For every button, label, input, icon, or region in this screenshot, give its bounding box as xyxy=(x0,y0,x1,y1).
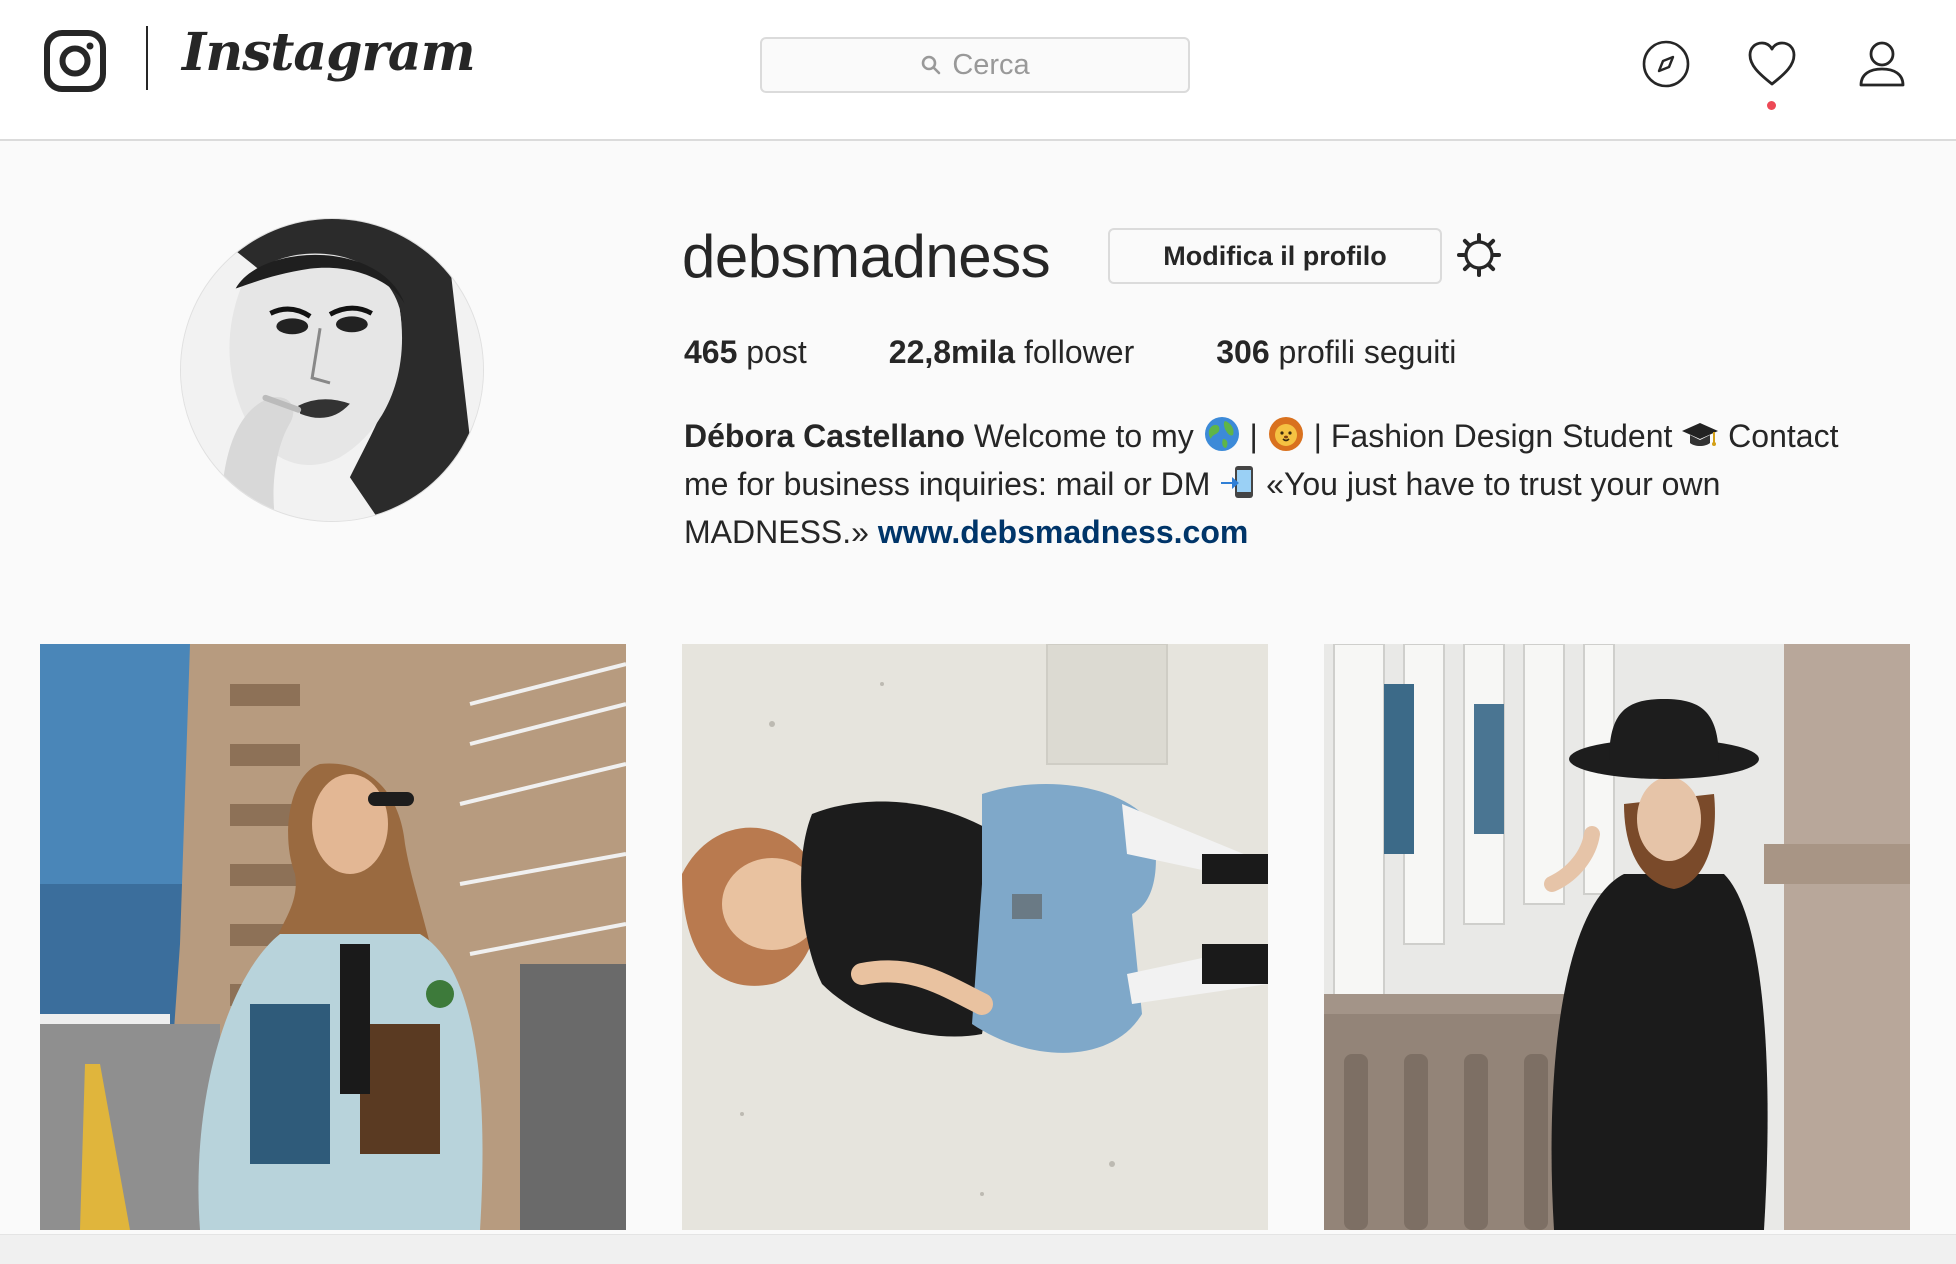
instagram-wordmark[interactable]: Instagram xyxy=(182,22,476,83)
following-label: profili seguiti xyxy=(1278,334,1457,370)
page-bottom-edge xyxy=(0,1234,1956,1264)
post-thumbnail[interactable] xyxy=(1324,644,1910,1230)
top-navigation-bar: Instagram Cerca xyxy=(0,0,1956,141)
post-photo-lying-pose xyxy=(682,644,1268,1230)
profile-avatar[interactable] xyxy=(180,218,484,522)
globe-icon xyxy=(1204,417,1239,451)
post-photo-black-hat xyxy=(1324,644,1910,1230)
explore-icon[interactable] xyxy=(1640,38,1692,90)
followers-label: follower xyxy=(1023,334,1135,370)
post-photo-denim-jacket xyxy=(40,644,626,1230)
profile-bio: Débora Castellano Welcome to my | | Fash… xyxy=(684,412,1884,556)
following-count: 306 xyxy=(1216,334,1270,370)
activity-heart-icon[interactable] xyxy=(1746,38,1798,90)
posts-count-stat: 465 post xyxy=(684,334,807,371)
graduation-cap-icon xyxy=(1682,423,1719,446)
full-name: Débora Castellano xyxy=(684,418,965,454)
logo-divider xyxy=(146,26,148,90)
following-stat[interactable]: 306 profili seguiti xyxy=(1216,334,1456,371)
search-placeholder: Cerca xyxy=(952,48,1030,81)
profile-icon[interactable] xyxy=(1856,38,1908,90)
followers-stat[interactable]: 22,8mila follower xyxy=(889,334,1134,371)
phone-arrow-icon xyxy=(1221,466,1254,498)
settings-gear-icon[interactable] xyxy=(1456,232,1502,278)
bio-text: | Fashion Design Student xyxy=(1304,418,1682,454)
posts-label: post xyxy=(746,334,807,370)
profile-username: debsmadness xyxy=(682,223,1051,290)
lion-icon xyxy=(1268,417,1303,451)
instagram-logo-icon[interactable] xyxy=(44,30,106,92)
search-icon xyxy=(922,55,941,75)
website-link[interactable]: www.debsmadness.com xyxy=(878,514,1248,550)
posts-count: 465 xyxy=(684,334,738,370)
post-thumbnail[interactable] xyxy=(40,644,626,1230)
notification-dot xyxy=(1767,101,1776,110)
followers-count: 22,8mila xyxy=(888,334,1016,370)
bio-separator: | xyxy=(1240,418,1267,454)
search-input[interactable]: Cerca xyxy=(760,37,1190,93)
post-thumbnail[interactable] xyxy=(682,644,1268,1230)
avatar-photo xyxy=(181,219,483,521)
profile-stats: 465 post 22,8mila follower 306 profili s… xyxy=(684,334,1456,371)
edit-profile-button[interactable]: Modifica il profilo xyxy=(1108,228,1442,284)
bio-text: Welcome to my xyxy=(964,418,1203,454)
